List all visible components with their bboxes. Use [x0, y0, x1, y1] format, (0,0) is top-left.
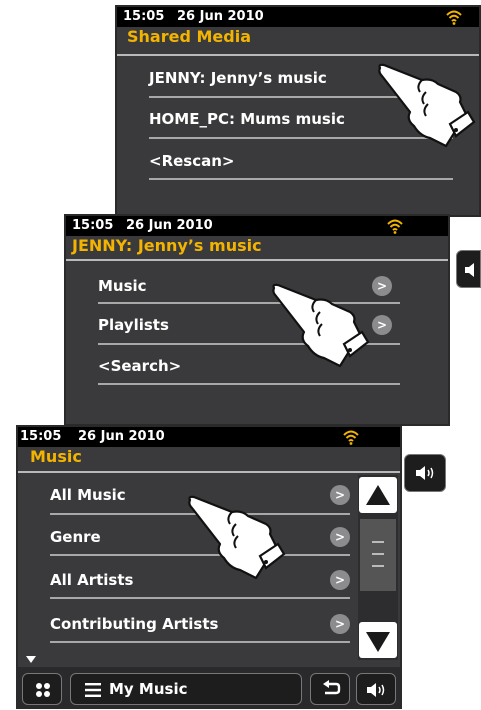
- pointing-hand-icon: [188, 495, 286, 580]
- menu-lines-icon: [85, 683, 101, 697]
- scroll-thumb[interactable]: [360, 519, 396, 591]
- chevron-right-icon[interactable]: >: [330, 614, 350, 634]
- title-divider: [18, 471, 400, 473]
- list-item-home-pc[interactable]: HOME_PC: Mums music: [149, 110, 345, 128]
- wifi-icon: [446, 10, 462, 25]
- title-divider: [117, 54, 479, 56]
- status-time: 15:05: [123, 9, 165, 24]
- list-item-jenny[interactable]: JENNY: Jenny’s music: [149, 69, 327, 87]
- chevron-right-icon[interactable]: >: [330, 570, 350, 590]
- chevron-right-icon[interactable]: >: [372, 276, 392, 296]
- status-bar: 15:05 26 Jun 2010: [18, 427, 400, 447]
- more-below-icon: [26, 656, 36, 663]
- list-item-contributing-artists[interactable]: Contributing Artists: [50, 615, 218, 633]
- volume-icon: [367, 683, 385, 697]
- wifi-icon: [343, 430, 359, 445]
- page-title: JENNY: Jenny’s music: [72, 236, 262, 255]
- home-button[interactable]: [22, 673, 62, 705]
- menu-label: My Music: [109, 680, 188, 698]
- page-title: Music: [30, 447, 82, 466]
- list-item-rescan[interactable]: <Rescan>: [149, 152, 234, 170]
- volume-button[interactable]: [356, 673, 396, 705]
- list-item-all-artists[interactable]: All Artists: [50, 571, 133, 589]
- bottom-bar: My Music: [18, 667, 400, 707]
- divider: [50, 641, 350, 643]
- status-date: 26 Jun 2010: [177, 9, 264, 24]
- chevron-right-icon[interactable]: >: [330, 485, 350, 505]
- list-item-search[interactable]: <Search>: [98, 357, 181, 375]
- back-button[interactable]: [310, 673, 350, 705]
- status-time: 15:05: [20, 429, 62, 444]
- chevron-right-icon[interactable]: >: [372, 315, 392, 335]
- menu-button[interactable]: My Music: [70, 673, 302, 705]
- divider: [50, 597, 350, 599]
- scroll-up-icon[interactable]: [358, 475, 398, 515]
- screen-jenny-music: 15:05 26 Jun 2010 JENNY: Jenny’s music M…: [64, 214, 450, 426]
- status-date: 26 Jun 2010: [126, 218, 213, 233]
- wifi-icon: [387, 219, 403, 234]
- divider: [98, 383, 400, 385]
- status-bar: 15:05 26 Jun 2010: [66, 216, 448, 236]
- volume-icon: [416, 466, 434, 480]
- chevron-right-icon[interactable]: >: [330, 527, 350, 547]
- status-date: 26 Jun 2010: [78, 429, 165, 444]
- volume-icon: [465, 263, 474, 277]
- list-item-playlists[interactable]: Playlists: [98, 316, 169, 334]
- status-bar: 15:05 26 Jun 2010: [117, 7, 479, 27]
- pointing-hand-icon: [378, 63, 476, 148]
- divider: [149, 178, 453, 180]
- volume-button[interactable]: [404, 454, 446, 492]
- scroll-down-icon[interactable]: [358, 620, 398, 660]
- page-title: Shared Media: [127, 27, 251, 46]
- status-time: 15:05: [72, 218, 114, 233]
- list-item-music[interactable]: Music: [98, 277, 147, 295]
- scrollbar[interactable]: [358, 475, 398, 660]
- list-item-all-music[interactable]: All Music: [50, 486, 126, 504]
- list-item-genre[interactable]: Genre: [50, 528, 101, 546]
- title-divider: [66, 259, 448, 261]
- back-icon: [323, 680, 341, 695]
- volume-button[interactable]: [456, 250, 481, 288]
- pointing-hand-icon: [272, 283, 370, 368]
- home-grid-icon: [36, 683, 50, 697]
